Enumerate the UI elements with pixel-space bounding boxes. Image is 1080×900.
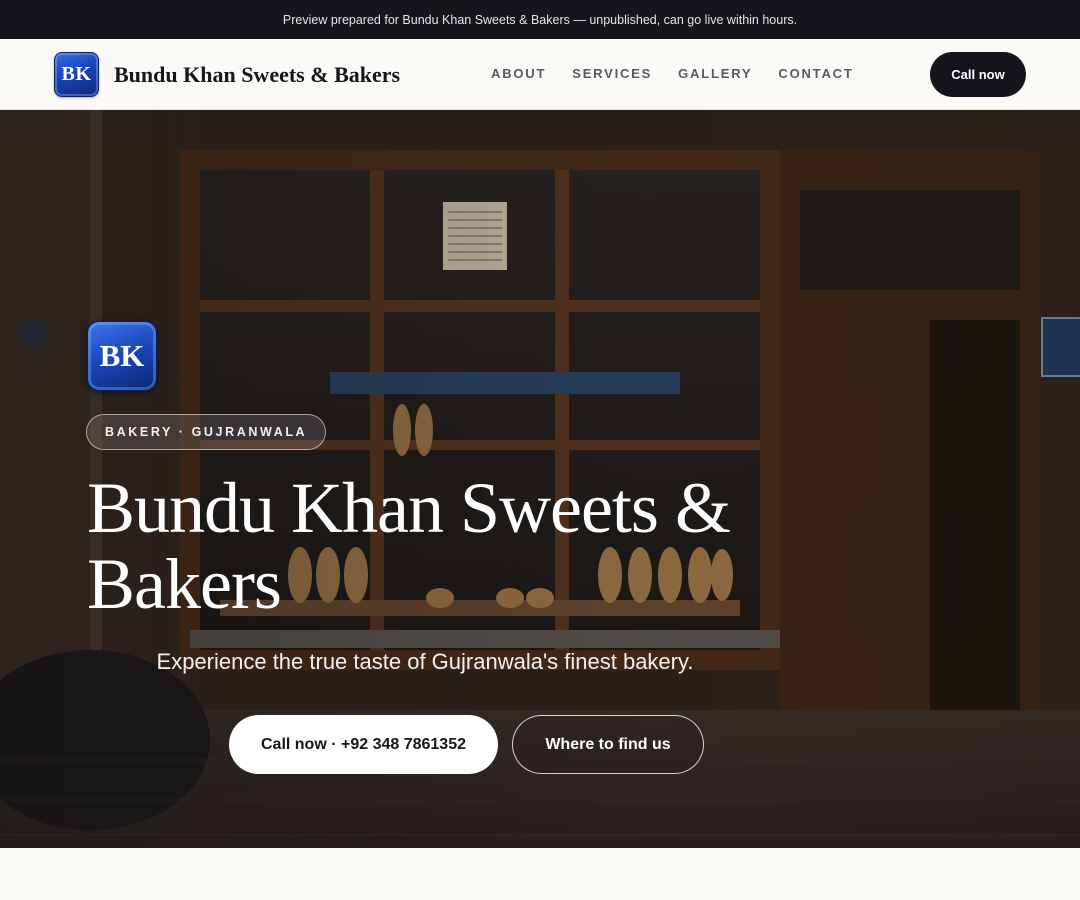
find-us-button[interactable]: Where to find us	[512, 715, 704, 774]
brand-logo-initials: BK	[61, 63, 92, 85]
call-now-button[interactable]: Call now · +92 348 7861352	[229, 715, 498, 774]
nav-link-gallery[interactable]: GALLERY	[678, 66, 752, 81]
brand-logo-icon[interactable]: BK	[54, 52, 99, 97]
nav-link-about[interactable]: ABOUT	[491, 66, 546, 81]
header-call-button[interactable]: Call now	[930, 52, 1026, 97]
nav-link-contact[interactable]: CONTACT	[778, 66, 853, 81]
hero-logo-icon: BK	[87, 321, 157, 391]
hero-section: BK BAKERY · GUJRANWALA Bundu Khan Sweets…	[0, 110, 1080, 848]
hero-logo-initials: BK	[99, 338, 145, 373]
site-header: BK Bundu Khan Sweets & Bakers ABOUT SERV…	[0, 39, 1080, 110]
announcement-bar: Preview prepared for Bundu Khan Sweets &…	[0, 0, 1080, 39]
main-nav: ABOUT SERVICES GALLERY CONTACT	[491, 66, 854, 81]
hero-title: Bundu Khan Sweets & Bakers	[87, 468, 731, 624]
nav-link-services[interactable]: SERVICES	[572, 66, 652, 81]
hero-subtitle: Experience the true taste of Gujranwala'…	[156, 649, 694, 674]
category-badge: BAKERY · GUJRANWALA	[86, 414, 327, 450]
brand-name[interactable]: Bundu Khan Sweets & Bakers	[114, 62, 400, 88]
announcement-text: Preview prepared for Bundu Khan Sweets &…	[282, 12, 798, 27]
